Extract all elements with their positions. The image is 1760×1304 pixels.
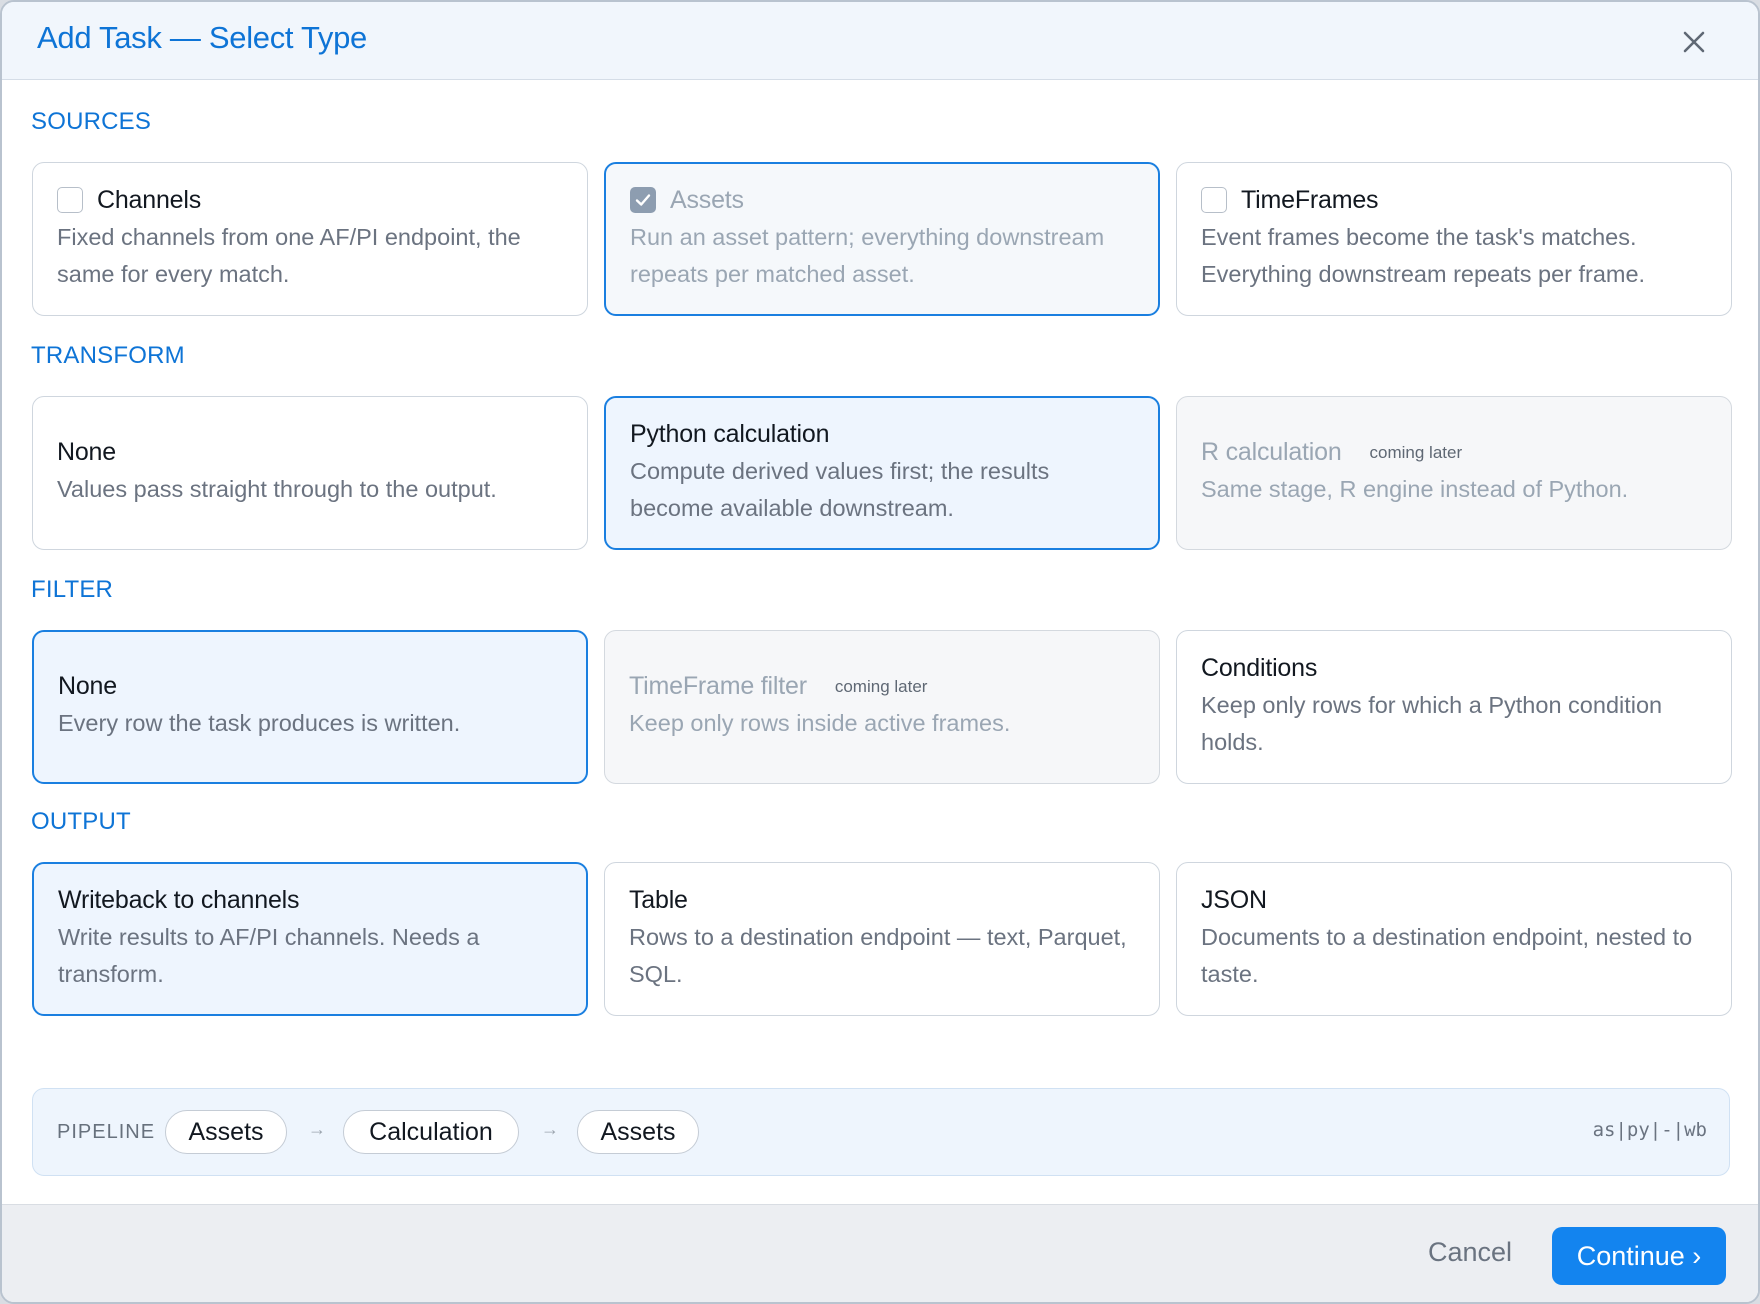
- card-description: Fixed channels from one AF/PI endpoint, …: [57, 223, 521, 287]
- card-output-writeback[interactable]: Writeback to channels Write results to A…: [32, 862, 588, 1016]
- arrow-right-icon: →: [541, 1119, 559, 1139]
- checkbox-timeframes[interactable]: [1201, 187, 1227, 213]
- card-title: None: [58, 672, 117, 700]
- pipeline-step-output: Assets: [577, 1110, 699, 1154]
- card-source-assets[interactable]: Assets Run an asset pattern; everything …: [604, 162, 1160, 316]
- card-title: Channels: [97, 185, 202, 214]
- dialog-header: Add Task — Select Type: [2, 2, 1758, 80]
- card-description: Event frames become the task's matches. …: [1201, 223, 1646, 287]
- card-title: Assets: [670, 185, 744, 214]
- card-output-json[interactable]: JSON Documents to a destination endpoint…: [1176, 862, 1732, 1016]
- card-title: None: [57, 438, 116, 466]
- pipeline-code: as|py|-|wb: [1592, 1119, 1707, 1141]
- dialog-title: Add Task — Select Type: [37, 20, 367, 55]
- card-title: TimeFrames: [1241, 185, 1379, 214]
- card-title: Table: [629, 885, 688, 914]
- add-task-dialog: Add Task — Select Type SOURCES Channels …: [0, 0, 1760, 1304]
- card-output-table[interactable]: Table Rows to a destination endpoint — t…: [604, 862, 1160, 1016]
- section-label-sources: SOURCES: [31, 108, 152, 135]
- card-title: JSON: [1201, 885, 1267, 914]
- card-description: Keep only rows inside active frames.: [629, 710, 1011, 736]
- card-filter-none[interactable]: None Every row the task produces is writ…: [32, 630, 588, 784]
- card-source-channels[interactable]: Channels Fixed channels from one AF/PI e…: [32, 162, 588, 316]
- card-filter-timeframe: TimeFrame filter coming later Keep only …: [604, 630, 1160, 784]
- close-icon: [1683, 31, 1705, 53]
- card-filter-conditions[interactable]: Conditions Keep only rows for which a Py…: [1176, 630, 1732, 784]
- card-transform-none[interactable]: None Values pass straight through to the…: [32, 396, 588, 550]
- card-title: R calculation: [1201, 438, 1342, 466]
- cancel-button[interactable]: Cancel: [1428, 1237, 1512, 1268]
- card-transform-r: R calculation coming later Same stage, R…: [1176, 396, 1732, 550]
- card-title: Writeback to channels: [58, 885, 300, 914]
- checkmark-icon: [635, 194, 651, 206]
- card-title: Conditions: [1201, 653, 1318, 682]
- pipeline-step-transform: Calculation: [343, 1110, 519, 1154]
- dialog-footer: Cancel Continue ›: [2, 1204, 1758, 1302]
- continue-button[interactable]: Continue ›: [1552, 1227, 1726, 1285]
- card-description: Run an asset pattern; everything downstr…: [630, 223, 1105, 287]
- pipeline-label: PIPELINE: [57, 1121, 156, 1143]
- card-source-timeframes[interactable]: TimeFrames Event frames become the task'…: [1176, 162, 1732, 316]
- section-label-filter: FILTER: [31, 576, 114, 603]
- card-transform-python[interactable]: Python calculation Compute derived value…: [604, 396, 1160, 550]
- checkbox-channels[interactable]: [57, 187, 83, 213]
- card-description: Compute derived values first; the result…: [630, 457, 1050, 521]
- close-button[interactable]: [1678, 26, 1710, 58]
- pipeline-step-source: Assets: [165, 1110, 287, 1154]
- card-description: Same stage, R engine instead of Python.: [1201, 476, 1629, 502]
- card-description: Documents to a destination endpoint, nes…: [1201, 923, 1693, 987]
- checkbox-assets[interactable]: [630, 187, 656, 213]
- card-description: Every row the task produces is written.: [58, 710, 461, 736]
- card-description: Keep only rows for which a Python condit…: [1201, 691, 1663, 755]
- card-description: Values pass straight through to the outp…: [57, 476, 497, 502]
- card-description: Rows to a destination endpoint — text, P…: [629, 923, 1127, 987]
- card-title: Python calculation: [630, 419, 830, 448]
- pipeline-summary: PIPELINE Assets → Calculation → Assets a…: [32, 1088, 1730, 1176]
- coming-later-badge: coming later: [1369, 442, 1463, 462]
- arrow-right-icon: →: [308, 1119, 326, 1139]
- card-description: Write results to AF/PI channels. Needs a…: [58, 923, 480, 987]
- section-label-transform: TRANSFORM: [31, 342, 185, 369]
- coming-later-badge: coming later: [834, 676, 928, 696]
- card-title: TimeFrame filter: [629, 672, 807, 700]
- section-label-output: OUTPUT: [31, 808, 131, 835]
